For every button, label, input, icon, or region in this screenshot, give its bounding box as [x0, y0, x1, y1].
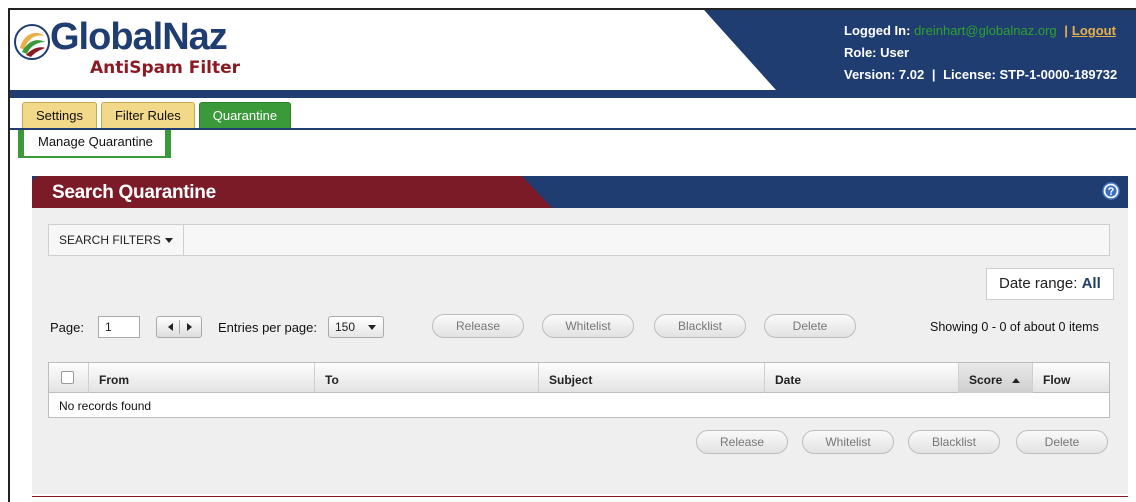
column-date[interactable]: Date [765, 363, 959, 393]
delete-button[interactable]: Delete [764, 314, 856, 338]
search-quarantine-panel: Search Quarantine SEARCH FILTERS Date ra… [32, 176, 1128, 494]
logged-in-label: Logged In: [844, 23, 911, 38]
logo-swirl-icon [14, 24, 50, 60]
license-text: License: STP-1-0000-189732 [943, 67, 1118, 82]
separator: | [931, 67, 936, 82]
entries-label: Entries per page: [218, 320, 318, 335]
separator: | [1064, 23, 1068, 38]
caret-down-icon [164, 238, 173, 244]
user-info: Logged In: dreinhart@globalnaz.org | Logo… [844, 20, 1117, 86]
table-header: From To Subject Date Score Flow [49, 363, 1109, 393]
tab-filter-rules[interactable]: Filter Rules [100, 102, 195, 130]
app-frame: GlobalNaz AntiSpam Filter Logged In: dre… [8, 8, 1136, 502]
whitelist-button[interactable]: Whitelist [542, 314, 634, 338]
entries-per-page-select[interactable]: 150 [328, 316, 384, 338]
header: GlobalNaz AntiSpam Filter Logged In: dre… [10, 10, 1136, 98]
next-page-icon[interactable] [187, 323, 192, 331]
page-input[interactable]: 1 [98, 316, 140, 338]
column-flow[interactable]: Flow [1033, 363, 1109, 393]
blacklist-button-bottom[interactable]: Blacklist [908, 430, 1000, 454]
logout-link[interactable]: Logout [1072, 23, 1116, 38]
main-tabs: Settings Filter Rules Quarantine [22, 102, 292, 130]
release-button[interactable]: Release [432, 314, 524, 338]
date-range-button[interactable]: Date range: All [986, 268, 1114, 300]
showing-count: Showing 0 - 0 of about 0 items [930, 320, 1099, 334]
date-range-value: All [1081, 275, 1101, 292]
search-filters-bar: SEARCH FILTERS [48, 224, 1110, 256]
date-range-label: Date range: [999, 275, 1078, 292]
bottom-actions: Release Whitelist Blacklist Delete [50, 430, 1112, 460]
quarantine-table: From To Subject Date Score Flow No recor… [48, 362, 1110, 418]
column-score-label: Score [969, 373, 1003, 387]
column-score[interactable]: Score [959, 363, 1033, 393]
help-icon[interactable] [1102, 182, 1120, 200]
brand-name: GlobalNaz [50, 16, 228, 58]
release-button-bottom[interactable]: Release [696, 430, 788, 454]
sort-ascending-icon [1012, 378, 1021, 384]
delete-button-bottom[interactable]: Delete [1016, 430, 1108, 454]
tab-settings[interactable]: Settings [22, 102, 97, 130]
column-to[interactable]: To [315, 363, 539, 393]
footer-divider [32, 496, 1128, 497]
search-filters-label: SEARCH FILTERS [59, 233, 161, 247]
panel-title: Search Quarantine [52, 182, 216, 203]
role-text: Role: User [844, 45, 910, 60]
tab-divider [10, 128, 1136, 130]
blacklist-button[interactable]: Blacklist [654, 314, 746, 338]
tab-quarantine[interactable]: Quarantine [198, 102, 292, 130]
entries-value: 150 [335, 320, 356, 334]
whitelist-button-bottom[interactable]: Whitelist [802, 430, 894, 454]
user-email: dreinhart@globalnaz.org [914, 23, 1057, 38]
empty-message: No records found [59, 399, 152, 413]
column-from[interactable]: From [89, 363, 315, 393]
pagination-toolbar: Page: 1 Entries per page: 150 Release Wh… [50, 314, 1112, 346]
subtab-manage-quarantine[interactable]: Manage Quarantine [18, 130, 171, 158]
search-filters-toggle[interactable]: SEARCH FILTERS [49, 225, 184, 255]
page-label: Page: [50, 320, 84, 335]
pager-buttons [156, 316, 202, 338]
column-subject[interactable]: Subject [539, 363, 765, 393]
brand-subtitle: AntiSpam Filter [90, 58, 241, 78]
select-all-checkbox[interactable] [61, 371, 74, 384]
caret-down-icon [368, 325, 376, 330]
version-text: Version: 7.02 [844, 67, 925, 82]
select-all-cell [49, 363, 89, 393]
previous-page-icon[interactable] [168, 323, 173, 331]
